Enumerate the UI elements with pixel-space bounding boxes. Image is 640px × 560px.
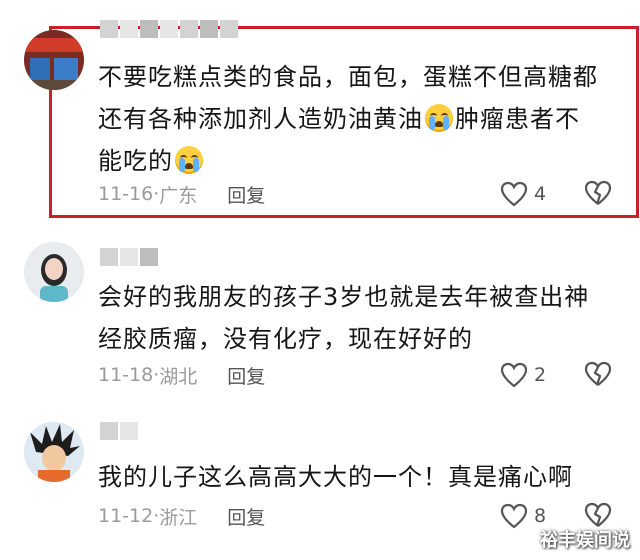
comment-date: 11-12: [98, 505, 154, 527]
reply-button[interactable]: 回复: [227, 181, 265, 208]
crying-face-emoji: [425, 104, 453, 132]
broken-heart-icon: [584, 180, 612, 205]
watermark: 裕丰娱间说: [540, 530, 630, 551]
crying-face-emoji: [175, 146, 203, 174]
comment-location: 湖北: [159, 365, 198, 388]
avatar[interactable]: [24, 422, 84, 482]
username-blurred[interactable]: [100, 20, 238, 38]
like-count: 8: [534, 505, 547, 527]
like-button[interactable]: 2: [500, 361, 546, 389]
comment-location: 浙江: [159, 506, 198, 529]
comment-text: 不要吃糕点类的食品，面包，蛋糕不但高糖都还有各种添加剂人造奶油黄油 肿瘤患者不能吃…: [98, 63, 598, 175]
heart-icon: [500, 503, 528, 529]
avatar[interactable]: [24, 30, 84, 90]
comment-text: 会好的我朋友的孩子3岁也就是去年被查出神经胶质瘤，没有化疗，现在好好的: [98, 283, 590, 353]
broken-heart-icon: [584, 361, 612, 386]
dislike-button[interactable]: [584, 361, 612, 389]
username-blurred[interactable]: [100, 422, 138, 440]
avatar[interactable]: [24, 242, 84, 302]
comment-text: 我的儿子这么高高大大的一个！真是痛心啊: [98, 463, 573, 491]
reply-button[interactable]: 回复: [227, 362, 265, 389]
dislike-button[interactable]: [584, 180, 612, 208]
comment-location: 广东: [159, 184, 198, 207]
heart-icon: [500, 181, 528, 207]
comment-date: 11-18: [98, 364, 154, 386]
heart-icon: [500, 362, 528, 388]
like-count: 4: [534, 183, 547, 205]
username-blurred[interactable]: [100, 248, 158, 266]
reply-button[interactable]: 回复: [227, 503, 265, 530]
broken-heart-icon: [584, 502, 612, 527]
like-button[interactable]: 4: [500, 180, 546, 208]
comment-date: 11-16: [98, 183, 154, 205]
like-count: 2: [534, 364, 547, 386]
